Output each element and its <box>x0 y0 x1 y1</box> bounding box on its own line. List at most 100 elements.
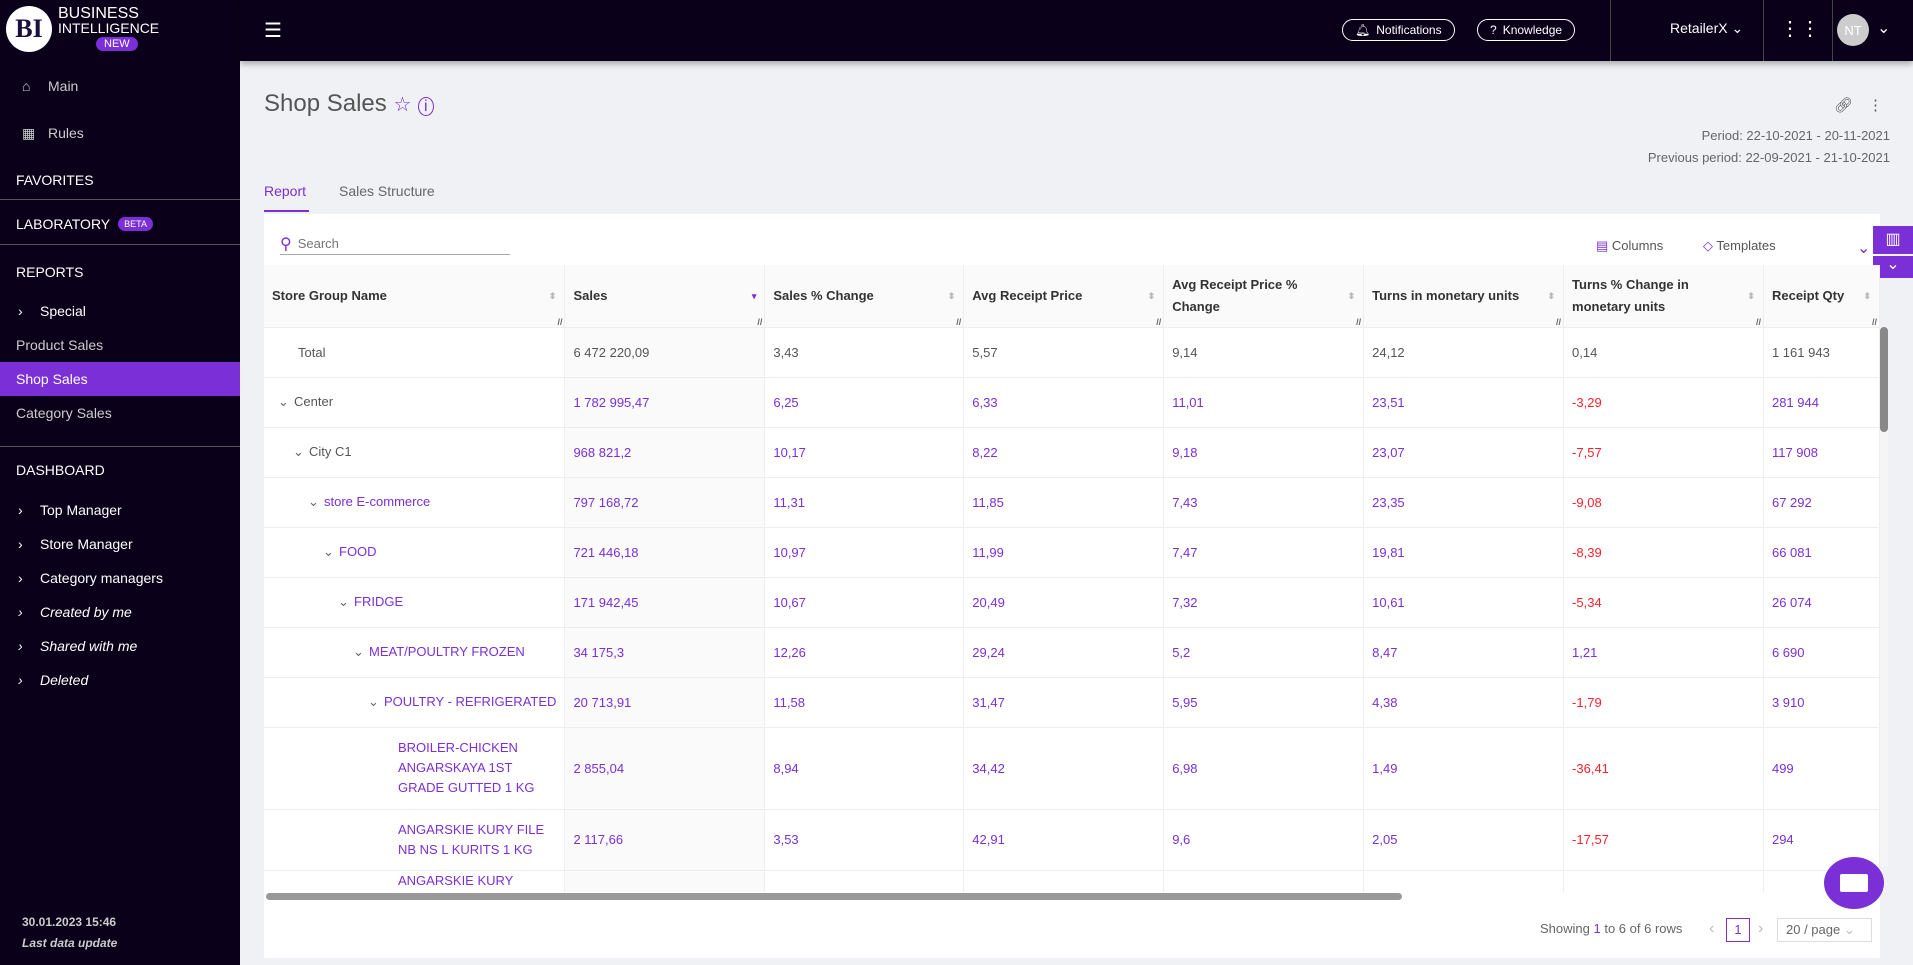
store-group-name[interactable]: ANGARSKIE KURY FILE NB NS L KURITS 1 KG <box>398 822 544 857</box>
column-header[interactable]: Turns % Change in monetary units ⬍// <box>1563 265 1764 328</box>
column-header[interactable]: Store Group Name ⬍// <box>264 265 566 328</box>
scrollbar-thumb[interactable] <box>1880 327 1888 432</box>
collapse-menu-icon[interactable]: ☰ <box>264 18 282 43</box>
table-row[interactable]: BROILER-CHICKEN ANGARSKAYA 1ST GRADE GUT… <box>264 727 1880 810</box>
link-icon[interactable]: 🔗︎ <box>1834 96 1853 114</box>
table-row[interactable]: ⌄ City C1 968 821,2 10,17 8,22 9,18 23,07 -7,57… <box>264 427 1880 478</box>
resize-handle[interactable]: // <box>956 317 961 327</box>
chevron-down-icon[interactable]: ⌄ <box>353 644 369 660</box>
sidebar-item-main[interactable]: ⌂ Main <box>0 76 240 96</box>
apps-grid-icon[interactable]: ⋮⋮ <box>1780 16 1820 41</box>
columns-button[interactable]: ▤ Columns <box>1596 238 1663 254</box>
sidebar-item-dashboard[interactable]: › Category managers <box>0 568 240 588</box>
sort-icon[interactable]: ⬍ <box>948 285 956 307</box>
logo[interactable]: BI BUSINESS INTELLIGENCE NEW <box>6 6 159 52</box>
sidebar-item-rules[interactable]: ▦ Rules <box>0 123 240 143</box>
column-header[interactable]: Sales % Change ⬍// <box>764 265 965 328</box>
sidebar-item-shop-sales[interactable]: Shop Sales <box>0 362 240 396</box>
sort-icon[interactable]: ▾ <box>752 285 757 307</box>
sidebar-item-dashboard[interactable]: › Top Manager <box>0 500 240 520</box>
store-group-name[interactable]: FRIDGE <box>354 594 403 609</box>
side-panel-button[interactable]: ▥ <box>1873 226 1913 254</box>
value-cell: 11,85 <box>963 477 1165 528</box>
table-row[interactable]: ⌄ FOOD 721 446,18 10,97 11,99 7,47 19,81 -8,39 6… <box>264 527 1880 578</box>
column-label: Avg Receipt Price <box>972 287 1083 303</box>
cell-value: 7,32 <box>1172 594 1198 610</box>
table-row[interactable]: ⌄ FRIDGE 171 942,45 10,67 20,49 7,32 10,61 -5,3… <box>264 577 1880 628</box>
retailer-select[interactable]: RetailerX ⌄ <box>1670 20 1743 37</box>
sort-icon[interactable]: ⬍ <box>1863 285 1871 307</box>
column-header[interactable]: Sales ▾// <box>564 265 766 328</box>
sidebar-item-dashboard[interactable]: › Created by me <box>0 602 240 622</box>
store-group-name[interactable]: ANGARSKIE KURY <box>398 873 513 888</box>
notifications-button[interactable]: 🔔︎ Notifications <box>1342 19 1455 41</box>
column-header[interactable]: Avg Receipt Price % Change ⬍// <box>1163 265 1365 328</box>
sidebar-item-dashboard[interactable]: › Shared with me <box>0 636 240 656</box>
sidebar-item-special[interactable]: › Special <box>0 301 240 321</box>
next-page-button[interactable]: › <box>1758 920 1763 938</box>
cell-value: 6 690 <box>1771 644 1805 660</box>
star-icon[interactable]: ☆ <box>393 94 411 116</box>
page-size-select[interactable]: 20 / page ⌄ <box>1777 918 1872 942</box>
horizontal-scrollbar[interactable] <box>264 893 1880 901</box>
column-header[interactable]: Turns in monetary units ⬍// <box>1363 265 1565 328</box>
page-1-button[interactable]: 1 <box>1726 918 1750 942</box>
sidebar-item-category-sales[interactable]: Category Sales <box>0 402 240 424</box>
chevron-down-icon[interactable]: ⌄ <box>368 694 384 710</box>
chevron-down-icon[interactable]: ⌄ <box>338 594 354 610</box>
store-group-name[interactable]: BROILER-CHICKEN ANGARSKAYA 1ST GRADE GUT… <box>398 740 535 795</box>
prev-page-button[interactable]: ‹ <box>1709 920 1714 938</box>
chevron-down-icon[interactable]: ⌄ <box>293 444 309 460</box>
vertical-scrollbar[interactable] <box>1880 327 1888 867</box>
chevron-down-icon[interactable]: ⌄ <box>1857 238 1870 258</box>
sidebar-item-dashboard[interactable]: › Deleted <box>0 670 240 690</box>
tab-report[interactable]: Report <box>264 183 306 199</box>
table-row[interactable]: ⌄ Center 1 782 995,47 6,25 6,33 11,01 23,51 -3,… <box>264 377 1880 428</box>
chevron-down-icon[interactable]: ⌄ <box>278 394 294 410</box>
store-group-name[interactable]: POULTRY - REFRIGERATED <box>384 694 556 709</box>
table-row[interactable]: ⌄ MEAT/POULTRY FROZEN 34 175,3 12,26 29,24 5,… <box>264 627 1880 678</box>
chat-button[interactable] <box>1824 857 1884 909</box>
sidebar-item-dashboard[interactable]: › Store Manager <box>0 534 240 554</box>
laboratory-heading[interactable]: LABORATORY BETA <box>16 216 153 232</box>
resize-handle[interactable]: // <box>1556 317 1561 327</box>
info-icon[interactable]: i <box>418 97 434 116</box>
chevron-down-icon[interactable]: ⌄ <box>308 494 324 510</box>
value-cell: 5,57 <box>963 327 1165 378</box>
sort-icon[interactable]: ⬍ <box>549 285 557 307</box>
search-field[interactable]: ⚲ <box>280 233 510 255</box>
chevron-down-icon[interactable]: ⌄ <box>1877 18 1890 38</box>
table-row[interactable]: ⌄ POULTRY - REFRIGERATED 20 713,91 11,58 31,… <box>264 677 1880 728</box>
chevron-down-icon[interactable]: ⌄ <box>323 544 339 560</box>
resize-handle[interactable]: // <box>1356 317 1361 327</box>
templates-button[interactable]: ◇ Templates <box>1703 238 1776 254</box>
resize-handle[interactable]: // <box>757 317 762 327</box>
store-group-name[interactable]: FOOD <box>339 544 377 559</box>
resize-handle[interactable]: // <box>557 317 562 327</box>
table-row[interactable]: ⌄ store E-commerce 797 168,72 11,31 11,85 7,4… <box>264 477 1880 528</box>
avatar[interactable]: NT <box>1837 14 1869 46</box>
sidebar-item-product-sales[interactable]: Product Sales <box>0 334 240 356</box>
resize-handle[interactable]: // <box>1756 317 1761 327</box>
more-icon[interactable]: ⋮ <box>1868 96 1883 114</box>
favorites-heading[interactable]: FAVORITES <box>16 172 94 188</box>
sort-icon[interactable]: ⬍ <box>1548 285 1556 307</box>
scrollbar-thumb[interactable] <box>266 893 1402 900</box>
sort-icon[interactable]: ⬍ <box>1148 285 1156 307</box>
column-header[interactable]: Avg Receipt Price ⬍// <box>963 265 1165 328</box>
resize-handle[interactable]: // <box>1872 317 1877 327</box>
tab-sales-structure[interactable]: Sales Structure <box>339 183 435 199</box>
sort-icon[interactable]: ⬍ <box>1348 285 1356 307</box>
table-row[interactable]: ANGARSKIE KURY FILE NB NS L KURITS 1 KG 2… <box>264 809 1880 871</box>
column-header[interactable]: Receipt Qty ⬍// <box>1763 265 1880 328</box>
sort-icon[interactable]: ⬍ <box>1747 285 1755 307</box>
value-cell: 9,18 <box>1163 427 1365 478</box>
table-row[interactable]: ANGARSKIE KURY <box>264 870 1880 892</box>
table-row[interactable]: Total 6 472 220,09 3,43 5,57 9,14 24,12 0,14 1 … <box>264 327 1880 378</box>
knowledge-button[interactable]: ? Knowledge <box>1477 19 1576 41</box>
value-cell: 1,49 <box>1363 727 1565 810</box>
store-group-name[interactable]: store E-commerce <box>324 494 430 509</box>
store-group-name[interactable]: MEAT/POULTRY FROZEN <box>369 644 525 659</box>
resize-handle[interactable]: // <box>1156 317 1161 327</box>
search-input[interactable] <box>297 236 498 251</box>
